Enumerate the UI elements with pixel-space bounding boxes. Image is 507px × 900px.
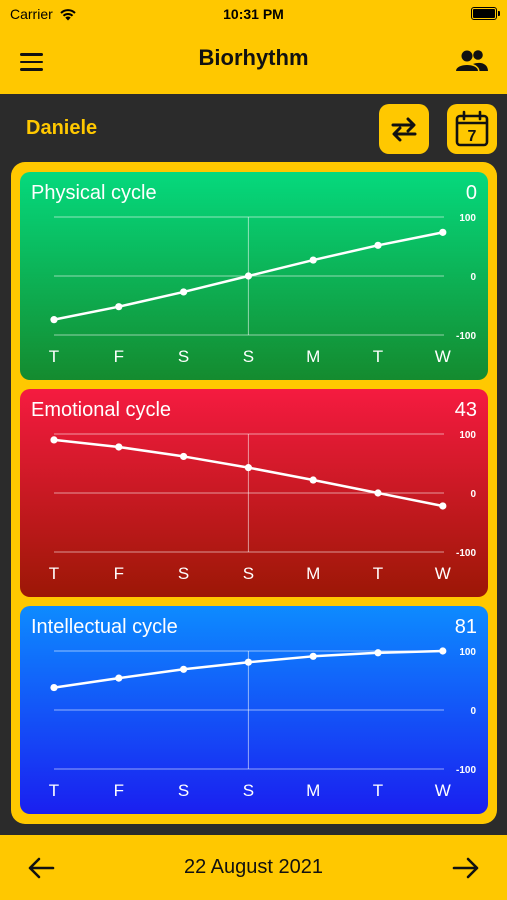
x-tick-label: T xyxy=(373,347,383,366)
x-tick-label: M xyxy=(306,781,320,800)
card-title: Emotional cycle xyxy=(31,399,172,421)
card-value: 0 xyxy=(465,182,477,204)
current-date: 22 August 2021 xyxy=(183,856,323,878)
nav-bar: Biorhythm xyxy=(0,30,507,94)
x-tick-label: W xyxy=(435,564,451,583)
calendar-day: 7 xyxy=(468,128,477,145)
data-point xyxy=(115,443,123,451)
battery-level xyxy=(473,9,495,18)
cycles-panel: 100 0 -100 T F S S M T W Physical cycle 0 100 0 -10… xyxy=(11,162,497,824)
next-day-button[interactable] xyxy=(451,853,481,883)
data-point xyxy=(50,316,58,324)
data-point xyxy=(439,228,447,236)
x-tick-label: S xyxy=(243,781,254,800)
card-value: 81 xyxy=(454,616,477,638)
data-point xyxy=(374,489,382,497)
emotional-cycle-card[interactable]: 100 0 -100 T F S S M T W Emotional cycle 43 xyxy=(20,389,488,597)
intellectual-cycle-card[interactable]: 100 0 -100 T F S S M T W Intellectual cycle 81 xyxy=(20,606,488,814)
x-tick-label: T xyxy=(373,781,383,800)
x-tick-label: F xyxy=(114,564,124,583)
calendar-icon: 7 xyxy=(455,110,489,147)
data-point xyxy=(439,647,447,655)
data-point xyxy=(180,288,188,296)
swap-button[interactable] xyxy=(379,104,429,154)
status-bar: Carrier 10:31 PM xyxy=(0,0,507,30)
y-tick-label: -100 xyxy=(456,331,476,342)
data-point xyxy=(180,452,188,461)
card-title: Physical cycle xyxy=(31,182,157,204)
data-point xyxy=(374,649,382,657)
arrow-right-icon xyxy=(452,857,479,879)
person-name: Daniele xyxy=(26,117,98,139)
x-tick-label: W xyxy=(435,781,451,800)
x-tick-label: T xyxy=(49,347,59,366)
x-tick-label: S xyxy=(243,347,254,366)
data-point xyxy=(374,241,382,249)
data-point xyxy=(244,272,252,280)
data-point xyxy=(244,658,252,666)
x-tick-label: F xyxy=(114,347,124,366)
data-point xyxy=(309,652,317,660)
data-point xyxy=(309,476,317,484)
data-point xyxy=(309,256,317,264)
x-tick-label: S xyxy=(243,564,254,583)
y-tick-label: 100 xyxy=(459,647,476,658)
data-point xyxy=(115,674,123,682)
physical-cycle-card[interactable]: 100 0 -100 T F S S M T W Physical cycle 0 xyxy=(20,172,488,380)
x-tick-label: W xyxy=(435,347,451,366)
x-tick-label: S xyxy=(178,564,189,583)
y-tick-label: 0 xyxy=(470,489,476,500)
x-tick-label: S xyxy=(178,781,189,800)
data-point xyxy=(50,436,58,444)
x-tick-label: S xyxy=(178,347,189,366)
card-value: 43 xyxy=(454,399,477,421)
y-tick-label: 0 xyxy=(470,706,476,717)
data-point xyxy=(50,683,58,692)
data-point xyxy=(439,502,447,510)
x-tick-label: M xyxy=(306,564,320,583)
data-point xyxy=(180,665,188,673)
battery-icon xyxy=(471,7,500,20)
y-tick-label: 100 xyxy=(459,213,476,224)
data-point xyxy=(115,303,123,311)
swap-arrows-icon xyxy=(391,117,417,142)
x-tick-label: F xyxy=(114,781,124,800)
users-button[interactable] xyxy=(455,46,489,76)
x-tick-label: T xyxy=(49,564,59,583)
y-tick-label: -100 xyxy=(456,765,476,776)
calendar-button[interactable]: 7 xyxy=(447,104,497,154)
page-title: Biorhythm xyxy=(198,45,309,70)
card-title: Intellectual cycle xyxy=(31,616,178,638)
y-tick-label: 100 xyxy=(459,430,476,441)
y-tick-label: 0 xyxy=(470,272,476,283)
status-time: 10:31 PM xyxy=(223,6,284,22)
x-tick-label: T xyxy=(49,781,59,800)
data-point xyxy=(244,464,252,472)
x-tick-label: T xyxy=(373,564,383,583)
date-footer: 22 August 2021 xyxy=(0,835,507,900)
users-icon xyxy=(456,50,488,71)
x-tick-label: M xyxy=(306,347,320,366)
y-tick-label: -100 xyxy=(456,548,476,559)
person-header: Daniele 7 xyxy=(0,94,507,162)
